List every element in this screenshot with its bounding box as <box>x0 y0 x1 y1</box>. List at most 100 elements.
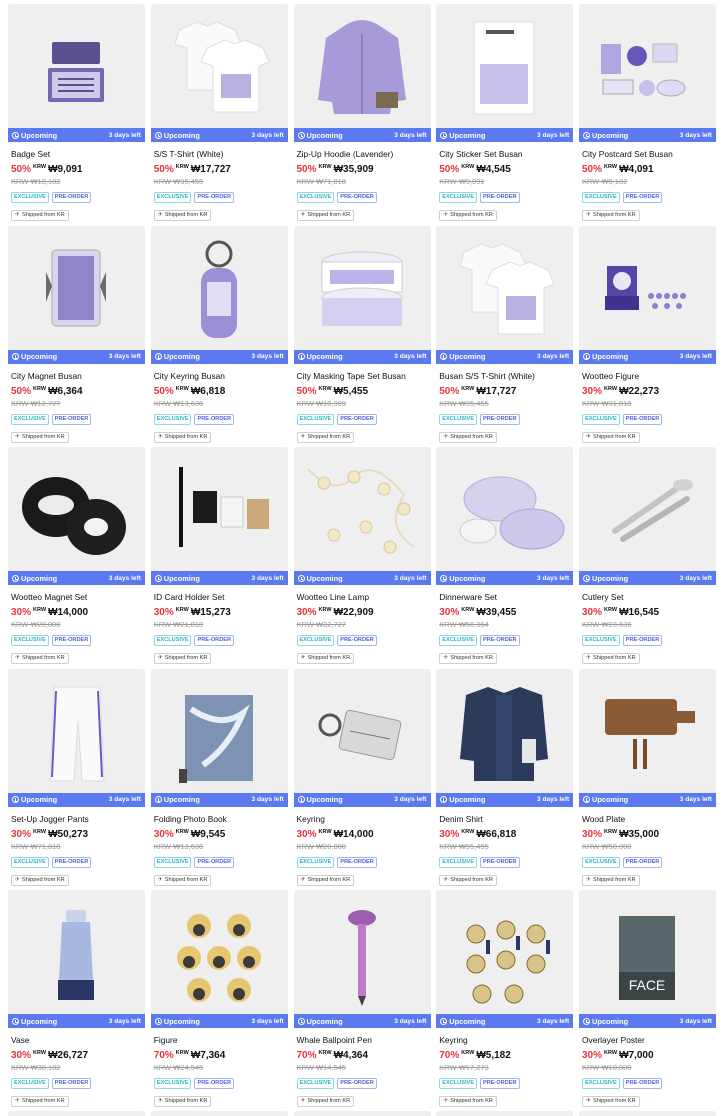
product-name[interactable]: Busan S/S T-Shirt (White) <box>436 371 573 381</box>
shipping-badge: ✈ Shipped from KR <box>153 210 212 221</box>
product-name[interactable]: Vase <box>8 1035 145 1045</box>
product-image[interactable]: Upcoming 3 days left <box>150 225 288 364</box>
product-image[interactable]: Upcoming 3 days left <box>8 447 145 585</box>
product-card[interactable]: Upcoming 3 days left Folding Photo Book … <box>150 668 288 891</box>
product-card[interactable]: Upcoming 3 days left Badge Set 50% KRW ₩… <box>8 4 145 226</box>
product-card[interactable]: Upcoming 3 days left Wootteo Magnet Set … <box>8 447 145 669</box>
product-image[interactable]: Upcoming 3 days left <box>579 447 716 585</box>
product-name[interactable]: City Sticker Set Busan <box>436 149 573 159</box>
time-left: 3 days left <box>679 796 712 803</box>
product-card[interactable]: Upcoming 3 days left Denim Shirt 30% KRW… <box>436 668 574 891</box>
product-image[interactable]: Upcoming 3 days left <box>150 447 288 585</box>
product-image[interactable]: FACE Upcoming 3 days left <box>579 890 716 1028</box>
product-card[interactable]: Upcoming 3 days left Zip-Up Hoodie (Lave… <box>293 4 431 226</box>
product-image[interactable]: Upcoming 3 days left <box>8 668 145 807</box>
product-card[interactable]: Upcoming 3 days left Keyring 70% KRW ₩5,… <box>436 890 574 1112</box>
product-image[interactable]: Upcoming 3 days left <box>436 668 574 807</box>
product-name[interactable]: City Magnet Busan <box>8 371 145 381</box>
product-name[interactable]: Keyring <box>436 1035 573 1045</box>
product-card[interactable]: Upcoming 3 days left Figure 70% KRW ₩7,3… <box>150 890 288 1112</box>
product-image[interactable]: Upcoming 3 days left <box>436 225 574 364</box>
next-row-partial <box>8 1111 716 1116</box>
product-name[interactable]: City Masking Tape Set Busan <box>294 371 431 381</box>
original-price: KRW ₩17,273 <box>439 1063 489 1072</box>
sale-price: ₩4,364 <box>333 1050 369 1061</box>
product-image[interactable]: Upcoming 3 days left <box>150 4 288 142</box>
shipping-badge: ✈ Shipped from KR <box>153 653 212 664</box>
sale-price: ₩9,545 <box>190 828 226 840</box>
product-image[interactable]: Upcoming 3 days left <box>8 890 145 1028</box>
currency-code: KRW <box>461 1050 475 1056</box>
shipping-badge: ✈ Shipped from KR <box>11 874 69 886</box>
product-name[interactable]: City Postcard Set Busan <box>579 149 716 159</box>
shipping-text: Shipped from KR <box>164 876 208 883</box>
time-left: 3 days left <box>394 1017 427 1025</box>
product-card[interactable]: Upcoming 3 days left Wootteo Line Lamp 3… <box>293 447 431 669</box>
product-card[interactable]: Upcoming 3 days left City Postcard Set B… <box>579 4 716 226</box>
product-card[interactable]: Upcoming 3 days left City Masking Tape S… <box>293 225 431 448</box>
product-card[interactable]: Upcoming 3 days left Busan S/S T-Shirt (… <box>436 225 574 448</box>
product-image[interactable]: Upcoming 3 days left <box>436 890 574 1028</box>
product-card[interactable]: Upcoming 3 days left Wootteo Figure 30% … <box>579 225 716 448</box>
product-name[interactable]: Wootteo Line Lamp <box>294 592 431 602</box>
product-card[interactable]: Upcoming 3 days left Wood Plate 30% KRW … <box>579 668 716 891</box>
product-card[interactable]: Upcoming 3 days left City Keyring Busan … <box>150 225 288 448</box>
product-image[interactable]: Upcoming 3 days left <box>8 4 145 142</box>
product-name[interactable]: Whale Ballpoint Pen <box>294 1035 431 1045</box>
time-left: 3 days left <box>679 1017 712 1025</box>
product-card[interactable]: Upcoming 3 days left ID Card Holder Set … <box>150 447 288 669</box>
product-card[interactable]: Upcoming 3 days left Set-Up Jogger Pants… <box>8 668 145 891</box>
product-name[interactable]: S/S T-Shirt (White) <box>151 149 288 159</box>
product-image[interactable]: Upcoming 3 days left <box>579 4 716 142</box>
exclusive-tag: EXCLUSIVE <box>153 1078 192 1089</box>
shipping-text: Shipped from KR <box>22 1098 65 1104</box>
product-image[interactable]: Upcoming 3 days left <box>436 4 574 142</box>
product-card[interactable]: FACE Upcoming 3 days left Overlayer Post… <box>579 890 716 1112</box>
product-name[interactable]: Wootteo Figure <box>579 371 716 381</box>
upcoming-bar: Upcoming 3 days left <box>293 571 431 585</box>
product-image[interactable]: Upcoming 3 days left <box>150 668 288 807</box>
product-card[interactable]: Upcoming 3 days left City Sticker Set Bu… <box>436 4 574 226</box>
product-name[interactable]: Wootteo Magnet Set <box>8 592 145 602</box>
product-image[interactable]: Upcoming 3 days left <box>293 668 431 807</box>
status-label: Upcoming <box>306 795 343 804</box>
denim-shirt-icon <box>460 686 549 781</box>
product-card[interactable]: Upcoming 3 days left S/S T-Shirt (White)… <box>150 4 288 226</box>
airplane-icon: ✈ <box>157 433 163 440</box>
product-image[interactable]: Upcoming 3 days left <box>293 890 431 1028</box>
time-left: 3 days left <box>536 796 570 803</box>
time-left: 3 days left <box>394 131 427 139</box>
product-name[interactable]: Wood Plate <box>579 814 716 824</box>
product-name[interactable]: Dinnerware Set <box>436 592 573 602</box>
product-name[interactable]: Denim Shirt <box>436 814 573 824</box>
clock-icon <box>440 574 448 582</box>
product-name[interactable]: Figure <box>151 1035 288 1045</box>
product-image[interactable]: Upcoming 3 days left <box>293 447 431 585</box>
product-name[interactable]: Folding Photo Book <box>151 814 288 824</box>
product-image[interactable]: Upcoming 3 days left <box>8 225 145 364</box>
product-card[interactable]: Upcoming 3 days left Whale Ballpoint Pen… <box>293 890 431 1112</box>
product-name[interactable]: Zip-Up Hoodie (Lavender) <box>294 149 431 159</box>
preorder-tag: PRE-ORDER <box>622 1078 663 1089</box>
product-card[interactable]: Upcoming 3 days left City Magnet Busan 5… <box>8 225 145 448</box>
product-image[interactable]: Upcoming 3 days left <box>436 447 574 585</box>
clock-icon <box>583 1017 590 1025</box>
price-row: 70% KRW ₩4,364 <box>294 1050 431 1061</box>
preorder-tag: PRE-ORDER <box>479 413 520 425</box>
product-card[interactable]: Upcoming 3 days left Cutlery Set 30% KRW… <box>579 447 716 669</box>
product-image[interactable]: Upcoming 3 days left <box>293 225 431 364</box>
product-name[interactable]: Keyring <box>294 814 431 824</box>
product-card[interactable]: Upcoming 3 days left Dinnerware Set 30% … <box>436 447 574 669</box>
product-name[interactable]: Set-Up Jogger Pants <box>8 814 145 824</box>
product-name[interactable]: ID Card Holder Set <box>151 592 288 602</box>
product-name[interactable]: Overlayer Poster <box>579 1035 716 1045</box>
product-image[interactable]: Upcoming 3 days left <box>293 4 431 142</box>
product-name[interactable]: Cutlery Set <box>579 592 716 602</box>
product-image[interactable]: Upcoming 3 days left <box>579 225 716 364</box>
product-card[interactable]: Upcoming 3 days left Keyring 30% KRW ₩14… <box>293 668 431 891</box>
product-name[interactable]: Badge Set <box>8 149 145 159</box>
product-image[interactable]: Upcoming 3 days left <box>579 668 716 807</box>
product-name[interactable]: City Keyring Busan <box>151 371 288 381</box>
product-image[interactable]: Upcoming 3 days left <box>150 890 288 1028</box>
product-card[interactable]: Upcoming 3 days left Vase 30% KRW ₩26,72… <box>8 890 145 1112</box>
